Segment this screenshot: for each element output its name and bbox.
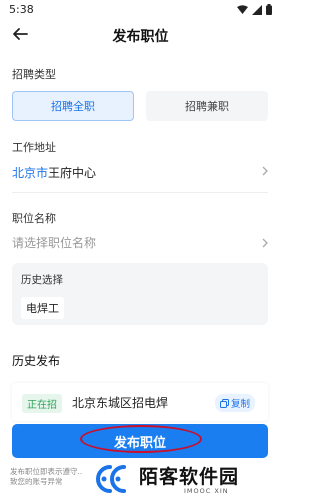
disclaimer-text: 发布职位即表示遵守... 致您的账号异常 — [10, 467, 85, 486]
watermark-logo-icon — [96, 465, 126, 493]
history-posts-label: 历史发布 — [12, 354, 61, 368]
watermark-text: 陌客软件园 — [139, 466, 240, 488]
annotation-circle — [80, 425, 202, 453]
work-location-place: 王府中心 — [48, 166, 97, 180]
work-location-city: 北京市 — [12, 166, 49, 180]
copy-button[interactable]: 复制 — [215, 394, 256, 412]
watermark-subtext: IMOOC XIN — [184, 487, 229, 495]
recruit-type-label: 招聘类型 — [12, 68, 56, 81]
work-location-row[interactable]: 北京市王府中心 — [12, 162, 268, 182]
status-icons — [237, 4, 272, 15]
history-selection-label: 历史选择 — [21, 274, 63, 286]
chevron-right-icon — [262, 166, 268, 176]
recruit-parttime-option[interactable]: 招聘兼职 — [146, 91, 268, 121]
status-bar: 5:38 — [0, 0, 281, 20]
history-chip[interactable]: 电焊工 — [21, 297, 64, 319]
battery-icon — [266, 4, 272, 15]
wifi-icon — [237, 5, 248, 14]
divider — [12, 192, 268, 193]
history-post-title: 北京东城区招电焊 — [72, 396, 169, 410]
page-title: 发布职位 — [112, 29, 169, 45]
signal-icon — [252, 4, 262, 15]
job-name-select[interactable]: 请选择职位名称 — [12, 234, 96, 251]
work-location-label: 工作地址 — [12, 141, 56, 154]
recruit-fulltime-option[interactable]: 招聘全职 — [12, 91, 134, 121]
status-badge: 正在招 — [22, 394, 62, 413]
chevron-right-icon — [262, 238, 268, 248]
copy-icon — [220, 398, 229, 408]
status-time: 5:38 — [9, 3, 34, 16]
job-name-label: 职位名称 — [12, 212, 56, 225]
copy-label: 复制 — [231, 399, 251, 410]
